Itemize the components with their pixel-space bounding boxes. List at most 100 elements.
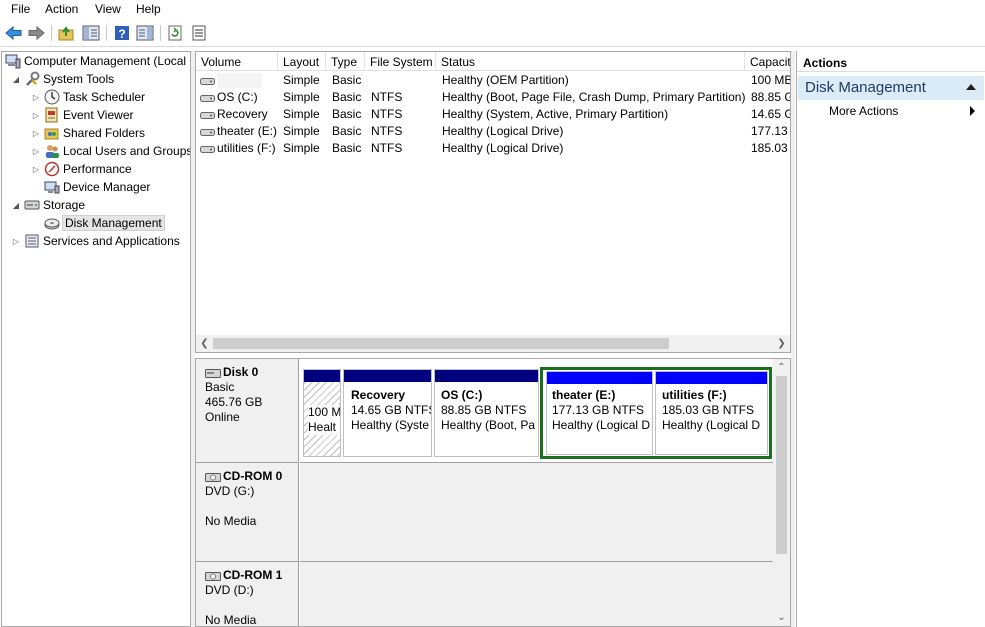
back-arrow-icon[interactable] [5, 24, 23, 42]
partition-status: Healthy (Logical D [662, 418, 761, 432]
volume-capacity: 100 MB [751, 73, 791, 87]
volume-row[interactable]: Recovery Simple Basic NTFS Healthy (Syst… [196, 106, 790, 123]
scroll-right-icon[interactable]: ❯ [773, 335, 790, 352]
submenu-arrow-icon[interactable] [970, 106, 975, 116]
tree-device-manager[interactable]: Device Manager [44, 178, 150, 196]
column-type[interactable]: Type [326, 52, 365, 71]
actions-section-label: Disk Management [805, 79, 926, 96]
storage-icon [24, 197, 40, 213]
tree-label: Shared Folders [63, 126, 146, 140]
scrollbar-thumb[interactable] [776, 376, 787, 554]
tree-storage[interactable]: ◢ Storage [11, 196, 85, 214]
disk-size: 465.76 GB [205, 395, 263, 409]
collapsed-triangle-icon[interactable]: ▷ [31, 146, 41, 156]
volume-type: Basic [332, 124, 362, 138]
tree-computer-management[interactable]: Computer Management (Local [5, 52, 186, 70]
column-status[interactable]: Status [436, 52, 745, 71]
column-file-system[interactable]: File System [365, 52, 436, 71]
tree-performance[interactable]: ▷ Performance [31, 160, 132, 178]
console-tree: Computer Management (Local ◢ System Tool… [1, 51, 191, 627]
help-icon[interactable]: ? [113, 24, 131, 42]
scroll-up-icon[interactable]: ⌃ [773, 359, 790, 376]
volume-row[interactable]: Simple Basic Healthy (OEM Partition) 100… [196, 72, 791, 89]
expanded-triangle-icon[interactable]: ◢ [11, 200, 21, 210]
forward-arrow-icon[interactable] [27, 24, 45, 42]
partition-name: OS (C:) [441, 388, 483, 402]
cdrom-1-area[interactable] [300, 562, 775, 626]
shared-folder-icon [44, 125, 60, 141]
column-layout[interactable]: Layout [278, 52, 326, 71]
toolbar: ? [0, 19, 985, 47]
collapsed-triangle-icon[interactable]: ▷ [31, 164, 41, 174]
cd-drive-icon [205, 471, 221, 483]
toolbar-separator [51, 25, 52, 41]
tree-services-applications[interactable]: ▷ Services and Applications [11, 232, 180, 250]
disk-type: DVD (D:) [205, 583, 254, 597]
collapsed-triangle-icon[interactable]: ▷ [31, 128, 41, 138]
drive-icon [200, 143, 215, 157]
scroll-down-icon[interactable]: ⌄ [773, 609, 790, 626]
partition-status: Healthy (Boot, Pa [441, 418, 536, 432]
users-icon [44, 143, 60, 159]
volume-row[interactable]: OS (C:) Simple Basic NTFS Healthy (Boot,… [196, 89, 791, 106]
up-folder-icon[interactable] [58, 24, 76, 42]
volume-name: Recovery [217, 107, 268, 121]
vertical-scrollbar[interactable]: ⌃ ⌄ [773, 359, 790, 626]
volume-layout: Simple [283, 124, 320, 138]
partition-os[interactable]: OS (C:) 88.85 GB NTFS Healthy (Boot, Pa [434, 369, 539, 457]
tree-local-users-groups[interactable]: ▷ Local Users and Groups [31, 142, 190, 160]
tree-label: Task Scheduler [63, 90, 146, 104]
cdrom-0-area[interactable] [300, 463, 775, 562]
volume-row[interactable]: utilities (F:) Simple Basic NTFS Healthy… [196, 140, 790, 157]
volume-name: theater (E:) [217, 124, 278, 138]
volume-fs: NTFS [371, 124, 403, 138]
expanded-triangle-icon[interactable]: ◢ [11, 74, 21, 84]
menu-action[interactable]: Action [42, 2, 81, 16]
collapse-caret-icon[interactable] [966, 84, 976, 90]
partition-bar [547, 372, 652, 384]
volume-capacity: 88.85 G [751, 90, 791, 104]
more-actions-item[interactable]: More Actions [829, 104, 898, 118]
scrollbar-thumb[interactable] [213, 338, 669, 349]
properties-icon[interactable] [190, 24, 208, 42]
device-manager-icon [44, 179, 60, 195]
drive-icon [200, 126, 215, 140]
partition-oem[interactable]: 100 M Healt [303, 369, 341, 457]
collapsed-triangle-icon[interactable]: ▷ [31, 92, 41, 102]
menu-view[interactable]: View [92, 2, 124, 16]
tree-disk-management[interactable]: Disk Management [44, 214, 165, 232]
horizontal-scrollbar[interactable]: ❮ ❯ [196, 335, 790, 352]
cd-drive-icon [205, 570, 221, 582]
volume-status: Healthy (Boot, Page File, Crash Dump, Pr… [442, 90, 746, 104]
collapsed-triangle-icon[interactable]: ▷ [31, 110, 41, 120]
cdrom-1-label[interactable]: CD-ROM 1 DVD (D:) No Media [196, 562, 299, 626]
cdrom-0-label[interactable]: CD-ROM 0 DVD (G:) No Media [196, 463, 299, 562]
scroll-left-icon[interactable]: ❮ [196, 335, 213, 352]
menu-file[interactable]: File [8, 2, 33, 16]
refresh-icon[interactable] [166, 24, 184, 42]
partition-text: utilities (F:) 185.03 GB NTFS Healthy (L… [662, 388, 760, 433]
tree-task-scheduler[interactable]: ▷ Task Scheduler [31, 88, 145, 106]
menu-help[interactable]: Help [133, 2, 164, 16]
partition-recovery[interactable]: Recovery 14.65 GB NTFS Healthy (Syste [343, 369, 432, 457]
tree-shared-folders[interactable]: ▷ Shared Folders [31, 124, 145, 142]
partition-bar [656, 372, 767, 384]
volume-row[interactable]: theater (E:) Simple Basic NTFS Healthy (… [196, 123, 790, 140]
collapsed-triangle-icon[interactable]: ▷ [11, 236, 21, 246]
show-hide-tree-icon[interactable] [82, 24, 100, 42]
volume-type: Basic [332, 107, 362, 121]
partition-theater[interactable]: theater (E:) 177.13 GB NTFS Healthy (Log… [546, 371, 653, 455]
splitter[interactable] [791, 51, 795, 627]
partition-utilities[interactable]: utilities (F:) 185.03 GB NTFS Healthy (L… [655, 371, 768, 455]
tree-system-tools[interactable]: ◢ System Tools [11, 70, 114, 88]
show-hide-action-pane-icon[interactable] [136, 24, 154, 42]
column-capacity[interactable]: Capacit [745, 52, 790, 71]
column-volume[interactable]: Volume [196, 52, 278, 71]
disk-0-label[interactable]: Disk 0 Basic 465.76 GB Online [196, 359, 299, 463]
volume-capacity: 177.13 G [751, 124, 790, 138]
volume-type: Basic [332, 73, 362, 87]
volume-capacity: 185.03 G [751, 141, 790, 155]
clock-icon [44, 89, 60, 105]
actions-section-disk-management[interactable]: Disk Management [798, 76, 984, 100]
tree-event-viewer[interactable]: ▷ Event Viewer [31, 106, 133, 124]
